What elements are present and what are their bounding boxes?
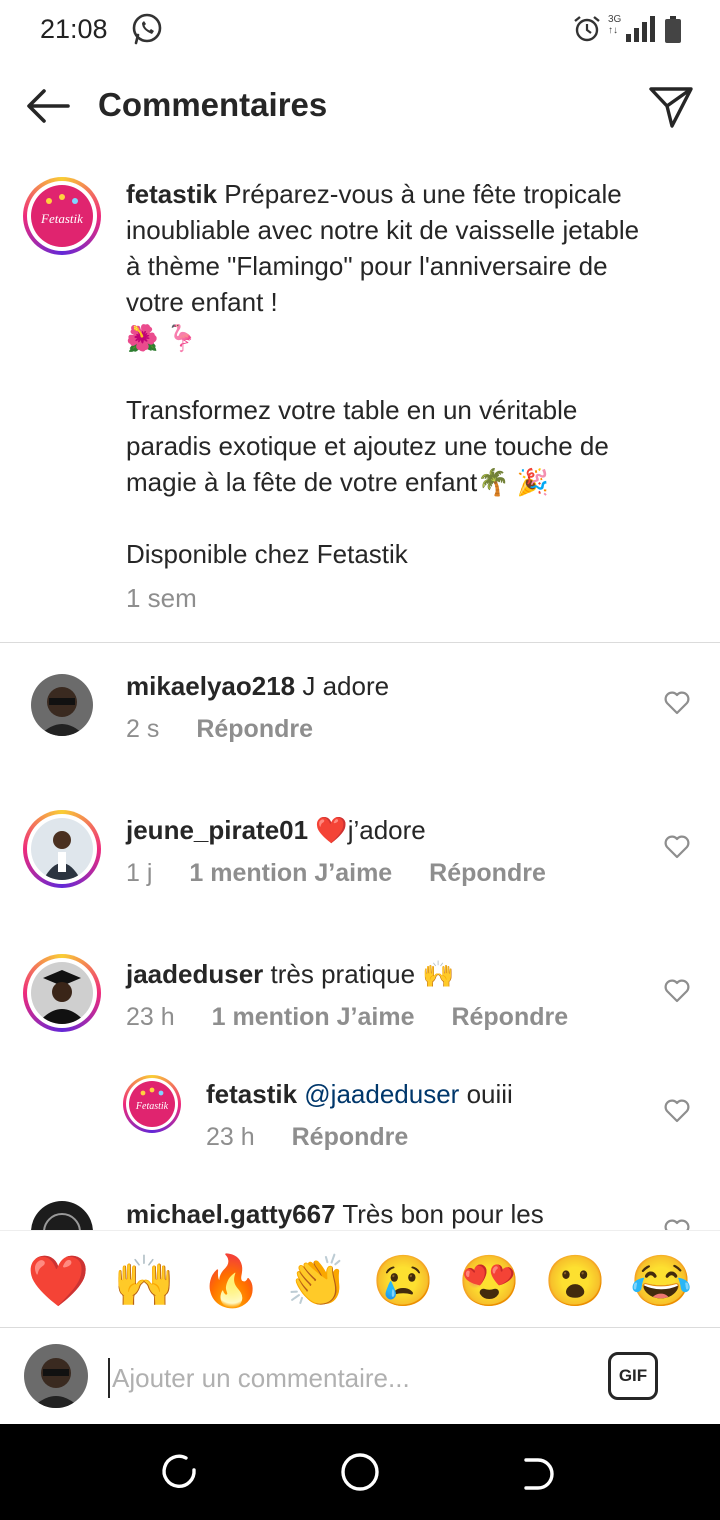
avatar[interactable]: Fetastik	[129, 1081, 175, 1127]
page-title: Commentaires	[98, 86, 328, 123]
comment-username[interactable]: michael.gatty667	[126, 1199, 336, 1229]
header: Commentaires	[0, 70, 720, 142]
home-icon[interactable]	[336, 1448, 384, 1496]
caption-text-3: Disponible chez Fetastik	[126, 539, 408, 569]
reply-button[interactable]: Répondre	[292, 1123, 409, 1151]
battery-icon	[665, 16, 681, 43]
caption-emojis-1: 🌺 🦩	[126, 323, 198, 353]
comment-time: 23 h	[206, 1123, 255, 1151]
reply-button[interactable]: Répondre	[451, 1003, 568, 1031]
comment-text: ouiii	[466, 1079, 513, 1109]
comment-input[interactable]	[108, 1358, 588, 1398]
gif-button[interactable]: GIF	[608, 1352, 658, 1400]
avatar[interactable]	[31, 818, 93, 880]
post-username[interactable]: fetastik	[126, 179, 217, 209]
back-arrow-icon[interactable]	[24, 86, 72, 126]
share-send-icon[interactable]	[648, 84, 694, 130]
alarm-icon	[574, 16, 600, 42]
whatsapp-icon	[132, 13, 162, 45]
comment-emoji: 🙌	[422, 959, 455, 989]
comment-time: 2 s	[126, 715, 160, 743]
avatar[interactable]	[31, 674, 93, 736]
heart-icon[interactable]	[664, 1099, 690, 1123]
comment-username[interactable]: mikaelyao218	[126, 671, 295, 701]
reply-button[interactable]: Répondre	[429, 859, 546, 887]
recents-icon[interactable]	[156, 1448, 204, 1496]
heart-icon[interactable]	[664, 1219, 690, 1230]
heart-icon[interactable]	[664, 835, 690, 859]
likes-count[interactable]: 1 mention J’aime	[189, 859, 392, 887]
heart-icon[interactable]	[664, 691, 690, 715]
network-type: 3G	[608, 14, 622, 25]
comment-text: J adore	[302, 671, 390, 701]
comment-text: très pratique	[270, 959, 416, 989]
avatar[interactable]	[31, 962, 93, 1024]
emoji-clapping-button[interactable]: 👏	[286, 1251, 348, 1311]
comment-username[interactable]: jaadeduser	[126, 959, 263, 989]
system-nav-bar	[0, 1424, 720, 1520]
comment-text: j’adore	[347, 815, 426, 845]
avatar-logo-text: Fetastik	[135, 1101, 169, 1112]
comment-username[interactable]: fetastik	[206, 1079, 297, 1109]
emoji-fire-button[interactable]: 🔥	[200, 1251, 262, 1311]
comment-username[interactable]: jeune_pirate01	[126, 815, 308, 845]
caption-emojis-2: 🌴 🎉	[477, 467, 550, 497]
reply-button[interactable]: Répondre	[196, 715, 313, 743]
post-avatar[interactable]: Fetastik	[31, 185, 93, 247]
signal-icon	[626, 16, 655, 42]
comment-emoji: ❤️	[315, 815, 348, 845]
comment-text: Très bon pour les	[342, 1199, 544, 1229]
current-user-avatar	[24, 1344, 88, 1408]
comments-list[interactable]: mikaelyao218 J adore 2 s Répondre jeune_…	[0, 643, 720, 1230]
emoji-heart-eyes-button[interactable]: 😍	[458, 1251, 520, 1311]
avatar[interactable]	[31, 1201, 93, 1230]
back-nav-icon[interactable]	[516, 1448, 564, 1496]
emoji-surprised-button[interactable]: 😮	[544, 1251, 606, 1311]
post-caption: fetastik Préparez-vous à une fête tropic…	[126, 176, 646, 616]
post-time: 1 sem	[126, 583, 197, 613]
comment-time: 1 j	[126, 859, 153, 887]
emoji-heart-button[interactable]: ❤️	[27, 1251, 89, 1311]
comment-time: 23 h	[126, 1003, 175, 1031]
likes-count[interactable]: 1 mention J’aime	[212, 1003, 415, 1031]
emoji-laughing-button[interactable]: 😂	[630, 1251, 692, 1311]
heart-icon[interactable]	[664, 979, 690, 1003]
avatar-logo-text: Fetastik	[40, 211, 83, 226]
network-activity: ↑↓	[608, 25, 618, 36]
status-time: 21:08	[40, 14, 108, 44]
emoji-raising-hands-button[interactable]: 🙌	[113, 1251, 175, 1311]
emoji-reaction-bar: ❤️ 🙌 🔥 👏 😢 😍 😮 😂	[0, 1230, 720, 1328]
comment-input-bar: GIF	[0, 1328, 720, 1424]
emoji-crying-button[interactable]: 😢	[372, 1251, 434, 1311]
network-label: 3G ↑↓	[608, 14, 621, 36]
comment-mention[interactable]: @jaadeduser	[304, 1079, 459, 1109]
status-bar: 21:08 3G ↑↓	[0, 0, 720, 60]
